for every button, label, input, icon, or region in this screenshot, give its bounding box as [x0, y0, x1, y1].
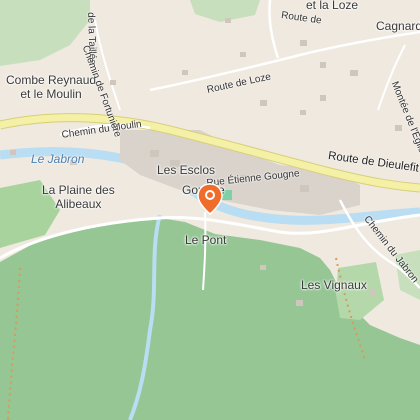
- place-label-les-esclos: Les Esclos: [157, 163, 216, 177]
- forest-top-left: [0, 0, 90, 66]
- place-label-et-la-loze: et la Loze: [306, 0, 359, 12]
- place-label-combe-reynaud: Combe Reynaud et le Moulin: [6, 73, 97, 101]
- road-loze: [149, 30, 420, 92]
- map-view[interactable]: Combe Reynaud et le Moulin et la Loze Cag…: [0, 0, 420, 420]
- place-label-cagnard: Cagnard: [376, 19, 420, 33]
- place-label-la-plaine: La Plaine des Alibeaux: [42, 183, 115, 211]
- location-pin-icon-graphic: [197, 183, 223, 215]
- location-pin-icon[interactable]: [197, 183, 223, 215]
- place-label-le-pont: Le Pont: [185, 233, 227, 247]
- road-north: [268, 0, 280, 59]
- place-label-les-vignaux: Les Vignaux: [301, 278, 367, 292]
- river-label-jabron: Le Jabron: [31, 152, 85, 166]
